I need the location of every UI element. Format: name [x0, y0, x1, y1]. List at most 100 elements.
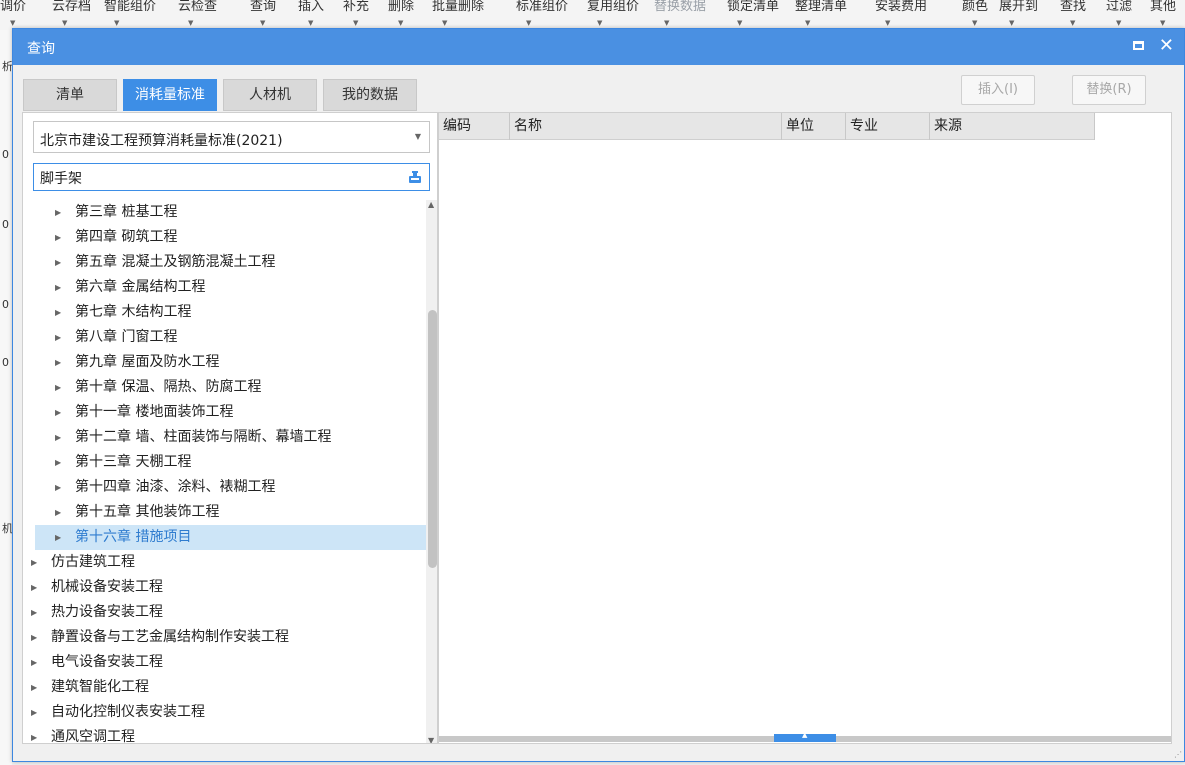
tree-node[interactable]: ▶ 第十章 保温、隔热、防腐工程: [23, 375, 426, 400]
tree-node-label: 热力设备安装工程: [51, 604, 163, 620]
expand-arrow-icon[interactable]: ▶: [55, 250, 61, 275]
tab-bill[interactable]: 清单: [23, 79, 117, 111]
bg-toolbar-item[interactable]: 颜色: [962, 0, 988, 14]
dialog-titlebar[interactable]: 查询 ✕: [13, 29, 1184, 65]
column-specialty[interactable]: 专业: [846, 113, 930, 140]
tab-labor-material-machine[interactable]: 人材机: [223, 79, 317, 111]
expand-arrow-icon[interactable]: ▶: [31, 600, 37, 625]
tree-node[interactable]: ▶ 第五章 混凝土及钢筋混凝土工程: [23, 250, 426, 275]
standard-select[interactable]: 北京市建设工程预算消耗量标准(2021) ▼: [33, 121, 430, 153]
vertical-scrollbar[interactable]: ▲ ▼: [426, 200, 437, 743]
tree-node[interactable]: ▶ 第九章 屋面及防水工程: [23, 350, 426, 375]
tree-node[interactable]: ▶ 第三章 桩基工程: [23, 200, 426, 225]
expand-arrow-icon[interactable]: ▶: [31, 575, 37, 600]
expand-arrow-icon[interactable]: ▶: [55, 475, 61, 500]
tree-node[interactable]: ▶ 电气设备安装工程: [23, 650, 426, 675]
tree-node[interactable]: ▶ 热力设备安装工程: [23, 600, 426, 625]
chevron-down-icon: ▼: [62, 19, 68, 27]
expand-arrow-icon[interactable]: ▶: [55, 200, 61, 225]
expand-arrow-icon[interactable]: ▶: [55, 225, 61, 250]
tree-node-label: 第十三章 天棚工程: [75, 454, 192, 470]
replace-button[interactable]: 替换(R): [1072, 75, 1146, 105]
scroll-up-icon[interactable]: ▲: [428, 200, 434, 209]
expand-arrow-icon[interactable]: ▶: [55, 325, 61, 350]
insert-button[interactable]: 插入(I): [961, 75, 1035, 105]
bg-toolbar-item[interactable]: 查询: [250, 0, 276, 14]
locate-icon[interactable]: [407, 169, 423, 185]
column-source[interactable]: 来源: [930, 113, 1095, 140]
expand-arrow-icon[interactable]: ▶: [55, 425, 61, 450]
bg-toolbar-item[interactable]: 云检查: [178, 0, 217, 14]
scroll-down-icon[interactable]: ▼: [428, 736, 434, 743]
expand-arrow-icon[interactable]: ▶: [55, 350, 61, 375]
expand-arrow-icon[interactable]: ▶: [55, 400, 61, 425]
scroll-thumb[interactable]: [428, 310, 437, 568]
tree-node[interactable]: ▶ 建筑智能化工程: [23, 675, 426, 700]
bg-toolbar-item[interactable]: 查找: [1060, 0, 1086, 14]
tree-node-label: 第九章 屋面及防水工程: [75, 354, 220, 370]
expand-arrow-icon[interactable]: ▶: [55, 450, 61, 475]
tree-node[interactable]: ▶ 第七章 木结构工程: [23, 300, 426, 325]
bg-toolbar-item[interactable]: 补充: [343, 0, 369, 14]
search-input[interactable]: [40, 168, 400, 188]
tree-node-label: 第十章 保温、隔热、防腐工程: [75, 379, 262, 395]
bg-toolbar-item[interactable]: 锁定清单: [727, 0, 779, 14]
tree-node[interactable]: ▶ 第十一章 楼地面装饰工程: [23, 400, 426, 425]
expand-arrow-icon[interactable]: ▶: [31, 625, 37, 650]
tree-node-label: 通风空调工程: [51, 729, 135, 744]
bg-toolbar-item[interactable]: 云存档: [52, 0, 91, 14]
tree-node[interactable]: ▶ 第十六章 措施项目: [35, 525, 426, 550]
tree-node[interactable]: ▶ 第十三章 天棚工程: [23, 450, 426, 475]
tree-node-label: 仿古建筑工程: [51, 554, 135, 570]
tab-consumption-standard[interactable]: 消耗量标准: [123, 79, 217, 111]
column-name[interactable]: 名称: [510, 113, 782, 140]
expand-arrow-icon[interactable]: ▶: [55, 525, 61, 550]
resize-grip-icon[interactable]: ⋰: [1174, 750, 1182, 759]
standard-select-value: 北京市建设工程预算消耗量标准(2021): [40, 133, 283, 149]
expand-arrow-icon[interactable]: ▶: [31, 675, 37, 700]
search-box: [33, 163, 430, 191]
bg-toolbar-item[interactable]: 整理清单: [795, 0, 847, 14]
expand-arrow-icon[interactable]: ▶: [31, 725, 37, 743]
tree-node[interactable]: ▶ 第四章 砌筑工程: [23, 225, 426, 250]
horizontal-splitter[interactable]: ▲: [439, 731, 1171, 742]
expand-arrow-icon[interactable]: ▶: [31, 650, 37, 675]
tab-my-data[interactable]: 我的数据: [323, 79, 417, 111]
tree-node[interactable]: ▶ 第八章 门窗工程: [23, 325, 426, 350]
bg-toolbar-item[interactable]: 过滤: [1106, 0, 1132, 14]
bg-toolbar-item[interactable]: 标准组价: [516, 0, 568, 14]
tree-node[interactable]: ▶ 第十五章 其他装饰工程: [23, 500, 426, 525]
tree-node[interactable]: ▶ 静置设备与工艺金属结构制作安装工程: [23, 625, 426, 650]
bg-toolbar-item[interactable]: 删除: [388, 0, 414, 14]
bg-toolbar-item[interactable]: 替换数据: [654, 0, 706, 14]
tree-node[interactable]: ▶ 仿古建筑工程: [23, 550, 426, 575]
bg-toolbar-item[interactable]: 其他: [1150, 0, 1176, 14]
expand-arrow-icon[interactable]: ▶: [31, 550, 37, 575]
expand-arrow-icon[interactable]: ▶: [31, 700, 37, 725]
maximize-icon[interactable]: [1133, 41, 1144, 50]
bg-toolbar-item[interactable]: 批量删除: [432, 0, 484, 14]
bg-toolbar-item[interactable]: 安装费用: [875, 0, 927, 14]
bg-toolbar-item[interactable]: 调价: [0, 0, 26, 14]
tree-node[interactable]: ▶ 自动化控制仪表安装工程: [23, 700, 426, 725]
splitter-handle[interactable]: ▲: [774, 731, 836, 742]
tree-node[interactable]: ▶ 机械设备安装工程: [23, 575, 426, 600]
expand-arrow-icon[interactable]: ▶: [55, 500, 61, 525]
tree-node[interactable]: ▶ 通风空调工程: [23, 725, 426, 744]
tree-node[interactable]: ▶ 第十二章 墙、柱面装饰与隔断、幕墙工程: [23, 425, 426, 450]
bg-toolbar-item[interactable]: 展开到: [999, 0, 1038, 14]
bg-toolbar-item[interactable]: 复用组价: [587, 0, 639, 14]
column-code[interactable]: 编码: [439, 113, 510, 140]
bg-toolbar-item[interactable]: 插入: [298, 0, 324, 14]
close-icon[interactable]: ✕: [1159, 35, 1174, 57]
chevron-down-icon: ▼: [414, 132, 421, 141]
chevron-down-icon: ▼: [114, 19, 120, 27]
expand-arrow-icon[interactable]: ▶: [55, 375, 61, 400]
tree-node[interactable]: ▶ 第十四章 油漆、涂料、裱糊工程: [23, 475, 426, 500]
column-unit[interactable]: 单位: [782, 113, 846, 140]
expand-arrow-icon[interactable]: ▶: [55, 275, 61, 300]
expand-arrow-icon[interactable]: ▶: [55, 300, 61, 325]
bg-toolbar-item[interactable]: 智能组价: [104, 0, 156, 14]
tree-node[interactable]: ▶ 第六章 金属结构工程: [23, 275, 426, 300]
chevron-down-icon: ▼: [260, 19, 266, 27]
